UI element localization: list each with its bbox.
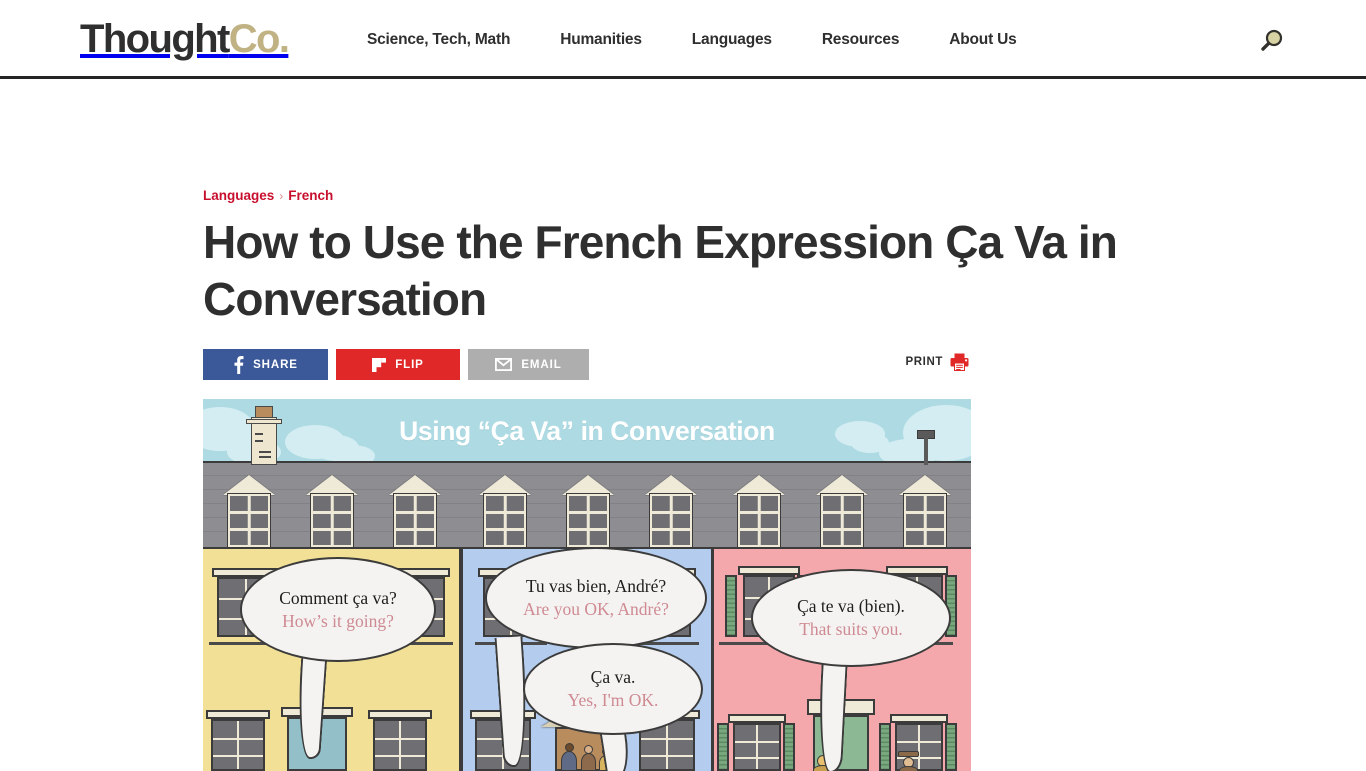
person-head	[584, 745, 593, 754]
breadcrumb-french[interactable]: French	[288, 188, 333, 203]
person-figure	[899, 766, 918, 771]
window-shutter	[945, 723, 957, 771]
building-window	[728, 714, 786, 771]
dormer-window	[562, 475, 614, 548]
nav-item-about-us[interactable]: About Us	[949, 31, 1016, 49]
search-icon	[1261, 29, 1283, 51]
roof	[203, 461, 971, 549]
share-email-button[interactable]: EMAIL	[468, 349, 589, 380]
window-shutter	[717, 723, 729, 771]
speech-french-text: Ça va.	[590, 667, 636, 687]
speech-bubble-tu-vas-bien: Tu vas bien, André? Are you OK, André?	[485, 547, 707, 649]
nav-item-science-tech-math[interactable]: Science, Tech, Math	[367, 31, 510, 49]
speech-bubble-comment-ca-va: Comment ça va? How’s it going?	[240, 557, 436, 662]
nav-item-resources[interactable]: Resources	[822, 31, 900, 49]
speech-french-text: Ça te va (bien).	[797, 596, 905, 616]
share-facebook-button[interactable]: SHARE	[203, 349, 328, 380]
speech-french-text: Comment ça va?	[279, 587, 397, 608]
building-window	[368, 710, 432, 771]
speech-bubble-ca-te-va: Ça te va (bien). That suits you.	[751, 569, 951, 667]
print-label: PRINT	[905, 356, 943, 368]
speech-english-text: That suits you.	[799, 619, 903, 639]
illustration-banner-title: Using “Ça Va” in Conversation	[399, 415, 775, 446]
window-shutter	[879, 723, 891, 771]
logo-text-co: Co.	[228, 17, 290, 61]
flipboard-icon	[372, 357, 387, 372]
printer-icon	[950, 353, 969, 371]
dormer-window	[645, 475, 697, 548]
window-shutter	[783, 723, 795, 771]
person-figure	[561, 751, 577, 771]
site-header: ThoughtCo. Science, Tech, Math Humanitie…	[0, 0, 1366, 79]
share-flipboard-label: FLIP	[395, 358, 424, 371]
dormer-window	[479, 475, 531, 548]
logo-text-thought: Thought	[80, 17, 230, 61]
speech-english-text: Yes, I'm OK.	[567, 690, 659, 710]
dormer-window	[899, 475, 951, 548]
share-email-label: EMAIL	[521, 358, 562, 371]
nav-item-languages[interactable]: Languages	[692, 31, 772, 49]
dormer-window	[389, 475, 441, 548]
site-logo[interactable]: ThoughtCo.	[80, 17, 290, 61]
print-button[interactable]: PRINT	[906, 353, 970, 371]
speech-bubble-ca-va: Ça va. Yes, I'm OK.	[523, 643, 703, 735]
share-facebook-label: SHARE	[253, 358, 298, 371]
window-shutter	[725, 575, 737, 637]
street-lamp-pole	[459, 549, 463, 771]
main-navigation: Science, Tech, Math Humanities Languages…	[367, 0, 1017, 79]
building-divider	[711, 549, 714, 771]
article-container: Languages › French How to Use the French E…	[203, 79, 1213, 771]
envelope-icon	[495, 358, 513, 371]
person-hat	[898, 751, 919, 757]
breadcrumb-languages[interactable]: Languages	[203, 188, 274, 203]
breadcrumb: Languages › French	[203, 188, 1213, 204]
speech-french-text: Tu vas bien, André?	[525, 576, 667, 596]
facebook-icon	[234, 355, 244, 374]
speech-english-text: How’s it going?	[282, 610, 394, 631]
dormer-window	[306, 475, 358, 548]
page-title: How to Use the French Expression Ça Va i…	[203, 216, 1118, 325]
person-head	[565, 743, 574, 752]
building-window	[206, 710, 270, 771]
breadcrumb-separator: ›	[279, 189, 284, 203]
article-hero-illustration: Using “Ça Va” in Conversation Comment ça…	[203, 399, 971, 771]
dormer-window	[816, 475, 868, 548]
search-button[interactable]	[1256, 26, 1286, 56]
person-figure	[581, 753, 596, 771]
share-toolbar: SHARE FLIP EMAIL PRINT	[203, 349, 1213, 380]
nav-item-humanities[interactable]: Humanities	[560, 31, 642, 49]
dormer-window	[223, 475, 275, 548]
dormer-window	[733, 475, 785, 548]
share-flipboard-button[interactable]: FLIP	[336, 349, 460, 380]
speech-english-text: Are you OK, André?	[523, 599, 669, 619]
